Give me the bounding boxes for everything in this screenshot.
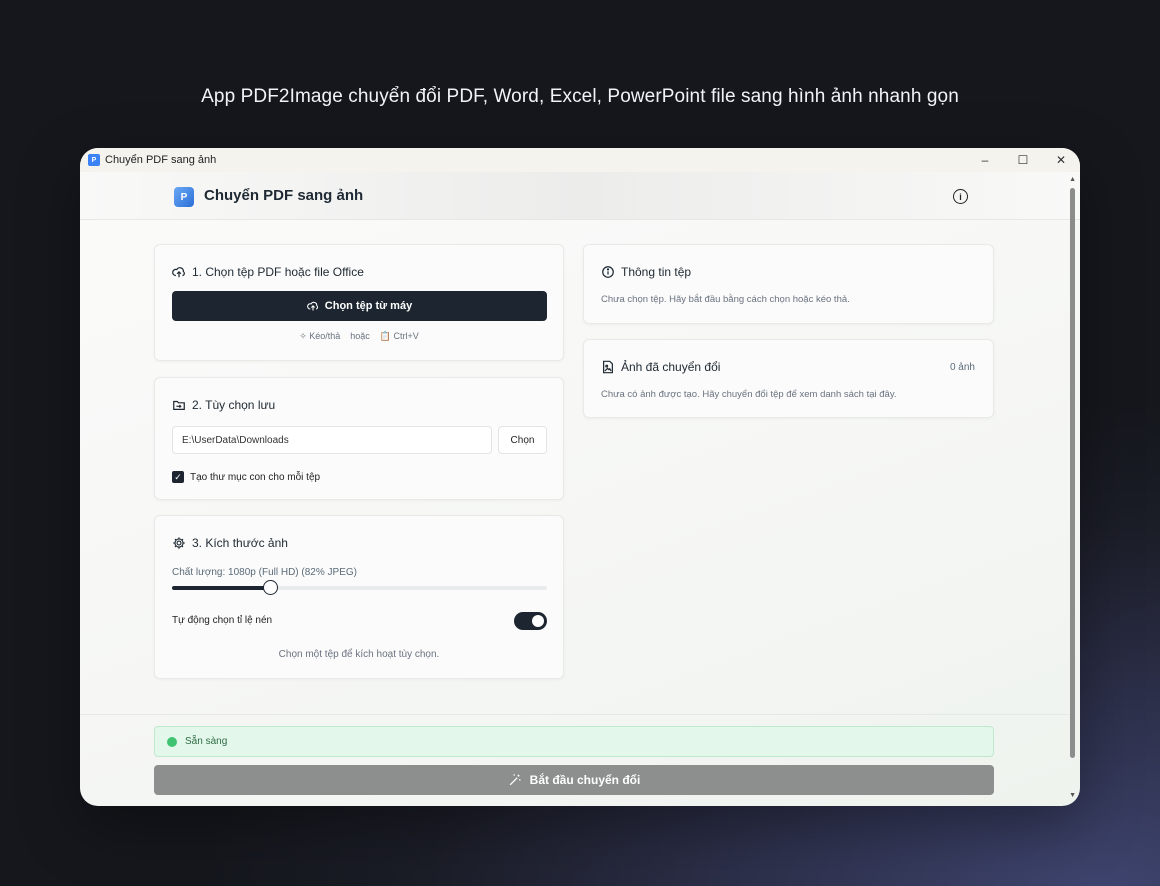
footer-divider — [80, 714, 1070, 715]
file-info-card: Thông tin tệp Chưa chọn tệp. Hãy bắt đầu… — [583, 244, 994, 324]
converted-images-text: Chưa có ảnh được tạo. Hãy chuyển đổi tệp… — [601, 389, 897, 400]
app-icon: P — [88, 154, 100, 166]
close-button[interactable]: ✕ — [1042, 148, 1080, 172]
scroll-down-arrow[interactable]: ▼ — [1069, 792, 1076, 799]
folder-output-icon — [172, 398, 186, 412]
status-text: Sẵn sàng — [185, 736, 228, 747]
subfolder-label: Tạo thư mục con cho mỗi tệp — [190, 471, 321, 483]
subfolder-option[interactable]: ✓ Tạo thư mục con cho mỗi tệp — [172, 471, 320, 483]
info-icon — [601, 265, 615, 279]
quality-slider[interactable] — [172, 580, 547, 595]
gear-icon — [172, 536, 186, 550]
magic-wand-icon — [508, 773, 522, 787]
image-size-hint: Chọn một tệp để kích hoạt tùy chọn. — [278, 649, 440, 660]
maximize-button[interactable]: ☐ — [1004, 148, 1042, 172]
info-icon[interactable]: i — [953, 189, 968, 204]
minimize-button[interactable]: – — [966, 148, 1004, 172]
quality-slider-fill — [172, 586, 270, 590]
window-title: Chuyển PDF sang ảnh — [105, 154, 217, 166]
start-convert-label: Bắt đầu chuyển đổi — [529, 773, 641, 787]
file-info-title: Thông tin tệp — [601, 265, 691, 279]
subfolder-checkbox[interactable]: ✓ — [172, 471, 184, 483]
paste-hint: 📋 Ctrl+V — [379, 331, 419, 341]
image-size-title: 3. Kích thước ảnh — [172, 536, 288, 550]
select-file-card: 1. Chọn tệp PDF hoặc file Office Chọn tệ… — [154, 244, 564, 361]
window-titlebar: P Chuyển PDF sang ảnh – ☐ ✕ — [80, 148, 1080, 172]
toggle-knob — [532, 615, 544, 627]
scroll-up-arrow[interactable]: ▲ — [1069, 176, 1076, 183]
choose-file-label: Chọn tệp từ máy — [324, 300, 413, 312]
choose-file-button[interactable]: Chọn tệp từ máy — [172, 291, 547, 321]
converted-images-title: Ảnh đã chuyển đổi — [601, 360, 720, 374]
hero-title: App PDF2Image chuyển đổi PDF, Word, Exce… — [201, 86, 959, 107]
pdf-image-logo-icon: P — [174, 187, 194, 207]
save-options-title: 2. Tùy chọn lưu — [172, 398, 275, 412]
cloud-upload-icon — [172, 265, 186, 279]
quality-label: Chất lượng: 1080p (Full HD) (82% JPEG) — [172, 567, 357, 578]
window-controls: – ☐ ✕ — [966, 148, 1080, 172]
file-info-text: Chưa chọn tệp. Hãy bắt đầu bằng cách chọ… — [601, 294, 850, 305]
cloud-upload-icon — [306, 300, 319, 312]
scrollbar-thumb[interactable] — [1070, 188, 1075, 758]
file-image-icon — [601, 360, 615, 374]
clipboard-icon: 📋 — [379, 331, 392, 341]
app-window: P Chuyển PDF sang ảnh – ☐ ✕ P Chuyển PDF… — [80, 148, 1080, 806]
quality-slider-thumb[interactable] — [262, 580, 278, 595]
page-title: Chuyển PDF sang ảnh — [204, 187, 364, 204]
status-indicator — [167, 736, 177, 747]
drag-drop-hint: ✧ Kéo/thả — [299, 331, 341, 341]
auto-compress-toggle[interactable] — [514, 612, 547, 630]
select-file-title: 1. Chọn tệp PDF hoặc file Office — [172, 265, 364, 279]
save-path-input[interactable]: E:\UserData\Downloads — [172, 426, 492, 454]
choose-folder-button[interactable]: Chọn — [498, 426, 547, 454]
hint-or: hoặc — [350, 331, 370, 341]
auto-compress-label: Tự động chọn tỉ lệ nén — [172, 615, 273, 626]
image-size-card: 3. Kích thước ảnh Chất lượng: 1080p (Ful… — [154, 515, 564, 679]
input-hints: ✧ Kéo/thả hoặc 📋 Ctrl+V — [155, 331, 563, 342]
save-options-card: 2. Tùy chọn lưu E:\UserData\Downloads Ch… — [154, 377, 564, 500]
app-header: P Chuyển PDF sang ảnh i — [80, 172, 1080, 220]
image-count: 0 ảnh — [949, 362, 975, 373]
status-bar: Sẵn sàng — [154, 726, 994, 757]
converted-images-card: Ảnh đã chuyển đổi 0 ảnh Chưa có ảnh được… — [583, 339, 994, 418]
start-convert-button[interactable]: Bắt đầu chuyển đổi — [154, 765, 994, 795]
sparkle-icon: ✧ — [299, 331, 307, 341]
